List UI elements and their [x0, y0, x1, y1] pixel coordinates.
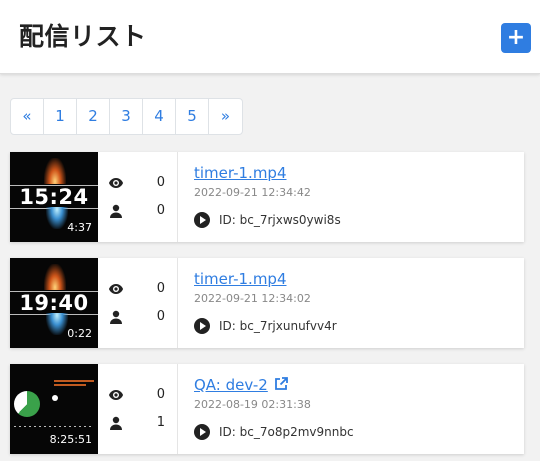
timestamp: 2022-09-21 12:34:42: [194, 186, 311, 199]
play-icon[interactable]: [194, 424, 210, 440]
thumbnail-glow: [44, 264, 66, 290]
broadcast-item: 19:40 0:22 0 0 timer-1.mp4 2022-09-21 12…: [10, 258, 524, 348]
dashed-line: [14, 426, 94, 427]
pagination-page-2[interactable]: 2: [77, 99, 110, 134]
stats-panel: 0 0: [98, 152, 178, 242]
play-icon[interactable]: [194, 212, 210, 228]
broadcast-info: QA: dev-2 2022-08-19 02:31:38 ID: bc_7o8…: [194, 364, 514, 454]
eye-icon: [109, 390, 123, 400]
thumbnail-text-graphic: [54, 384, 86, 386]
user-icon: [110, 204, 122, 218]
file-link[interactable]: timer-1.mp4: [194, 270, 287, 288]
pagination-page-5[interactable]: 5: [176, 99, 209, 134]
dot-graphic: [52, 395, 58, 401]
video-thumbnail[interactable]: 15:24 4:37: [10, 152, 98, 242]
thumbnail-glow: [46, 313, 68, 335]
file-link-label: QA: dev-2: [194, 376, 268, 394]
broadcast-id: ID: bc_7rjxws0ywi8s: [219, 213, 341, 227]
id-row: ID: bc_7o8p2mv9nnbc: [194, 424, 354, 440]
viewer-count: 0: [156, 309, 165, 324]
viewer-count: 1: [156, 415, 165, 430]
pagination-page-3[interactable]: 3: [110, 99, 143, 134]
id-row: ID: bc_7rjxws0ywi8s: [194, 212, 341, 228]
play-icon[interactable]: [194, 318, 210, 334]
eye-icon: [109, 178, 123, 188]
view-count: 0: [156, 281, 165, 296]
broadcast-item: 15:24 4:37 0 0 timer-1.mp4 2022-09-21 12…: [10, 152, 524, 242]
external-link-icon[interactable]: [274, 377, 288, 391]
video-thumbnail[interactable]: 8:25:51: [10, 364, 98, 454]
pie-graphic: [14, 391, 40, 417]
user-icon: [110, 310, 122, 324]
file-link[interactable]: timer-1.mp4: [194, 164, 287, 182]
video-duration: 4:37: [67, 221, 92, 234]
broadcast-info: timer-1.mp4 2022-09-21 12:34:02 ID: bc_7…: [194, 258, 514, 348]
viewer-count: 0: [156, 203, 165, 218]
file-link[interactable]: QA: dev-2: [194, 376, 288, 394]
broadcast-item: 8:25:51 0 1 QA: dev-2 2022-08-19 02:31:3…: [10, 364, 524, 454]
video-duration: 8:25:51: [49, 433, 92, 446]
eye-icon: [109, 284, 123, 294]
video-thumbnail[interactable]: 19:40 0:22: [10, 258, 98, 348]
pagination-first[interactable]: «: [11, 99, 44, 134]
timestamp: 2022-08-19 02:31:38: [194, 398, 311, 411]
app-header: 配信リスト +: [0, 0, 540, 74]
pagination: « 1 2 3 4 5 »: [10, 98, 243, 135]
pagination-page-4[interactable]: 4: [143, 99, 176, 134]
broadcast-info: timer-1.mp4 2022-09-21 12:34:42 ID: bc_7…: [194, 152, 514, 242]
view-count: 0: [156, 175, 165, 190]
broadcast-id: ID: bc_7rjxunufvv4r: [219, 319, 337, 333]
stats-panel: 0 1: [98, 364, 178, 454]
user-icon: [110, 416, 122, 430]
page-title: 配信リスト: [19, 22, 147, 51]
timestamp: 2022-09-21 12:34:02: [194, 292, 311, 305]
thumbnail-text-graphic: [54, 380, 94, 382]
id-row: ID: bc_7rjxunufvv4r: [194, 318, 337, 334]
stats-panel: 0 0: [98, 258, 178, 348]
pagination-last[interactable]: »: [209, 99, 242, 134]
thumbnail-clock: 15:24: [19, 185, 89, 209]
broadcast-id: ID: bc_7o8p2mv9nnbc: [219, 425, 354, 439]
view-count: 0: [156, 387, 165, 402]
thumbnail-glow: [46, 207, 68, 229]
video-duration: 0:22: [67, 327, 92, 340]
add-button[interactable]: +: [501, 23, 531, 53]
thumbnail-clock: 19:40: [19, 291, 89, 315]
thumbnail-glow: [44, 158, 66, 184]
pagination-page-1[interactable]: 1: [44, 99, 77, 134]
